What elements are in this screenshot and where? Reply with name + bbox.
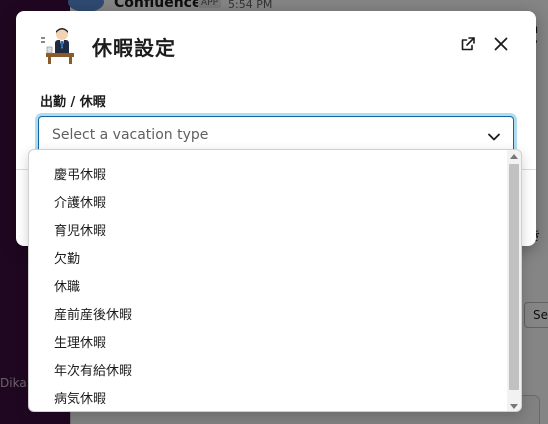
chevron-down-icon <box>487 129 501 143</box>
dropdown-scrollbar[interactable] <box>507 150 521 411</box>
dropdown-option[interactable]: 病気休暇 <box>29 386 509 411</box>
dropdown-option[interactable]: 生理休暇 <box>29 330 509 358</box>
field-label: 出勤 / 休暇 <box>40 95 106 110</box>
scroll-up-arrow-icon[interactable] <box>510 154 518 159</box>
person-at-desk-icon <box>38 25 78 65</box>
close-icon[interactable] <box>490 33 512 55</box>
dropdown-option[interactable]: 休職 <box>29 274 509 302</box>
dropdown-option[interactable]: 産前産後休暇 <box>29 302 509 330</box>
scrollbar-thumb[interactable] <box>509 164 519 390</box>
dropdown-option[interactable]: 育児休暇 <box>29 218 509 246</box>
dropdown-option[interactable]: 欠勤 <box>29 246 509 274</box>
select-placeholder: Select a vacation type <box>52 127 209 143</box>
modal-title: 休暇設定 <box>92 36 176 60</box>
dropdown-option[interactable]: 年次有給休暇 <box>29 358 509 386</box>
scroll-down-arrow-icon[interactable] <box>510 404 518 409</box>
dropdown-option[interactable]: 慶弔休暇 <box>29 162 509 190</box>
external-link-icon[interactable] <box>457 33 479 55</box>
vacation-type-dropdown: 慶弔休暇 介護休暇 育児休暇 欠勤 休職 産前産後休暇 生理休暇 年次有給休暇 … <box>28 149 522 412</box>
dropdown-option[interactable]: 介護休暇 <box>29 190 509 218</box>
